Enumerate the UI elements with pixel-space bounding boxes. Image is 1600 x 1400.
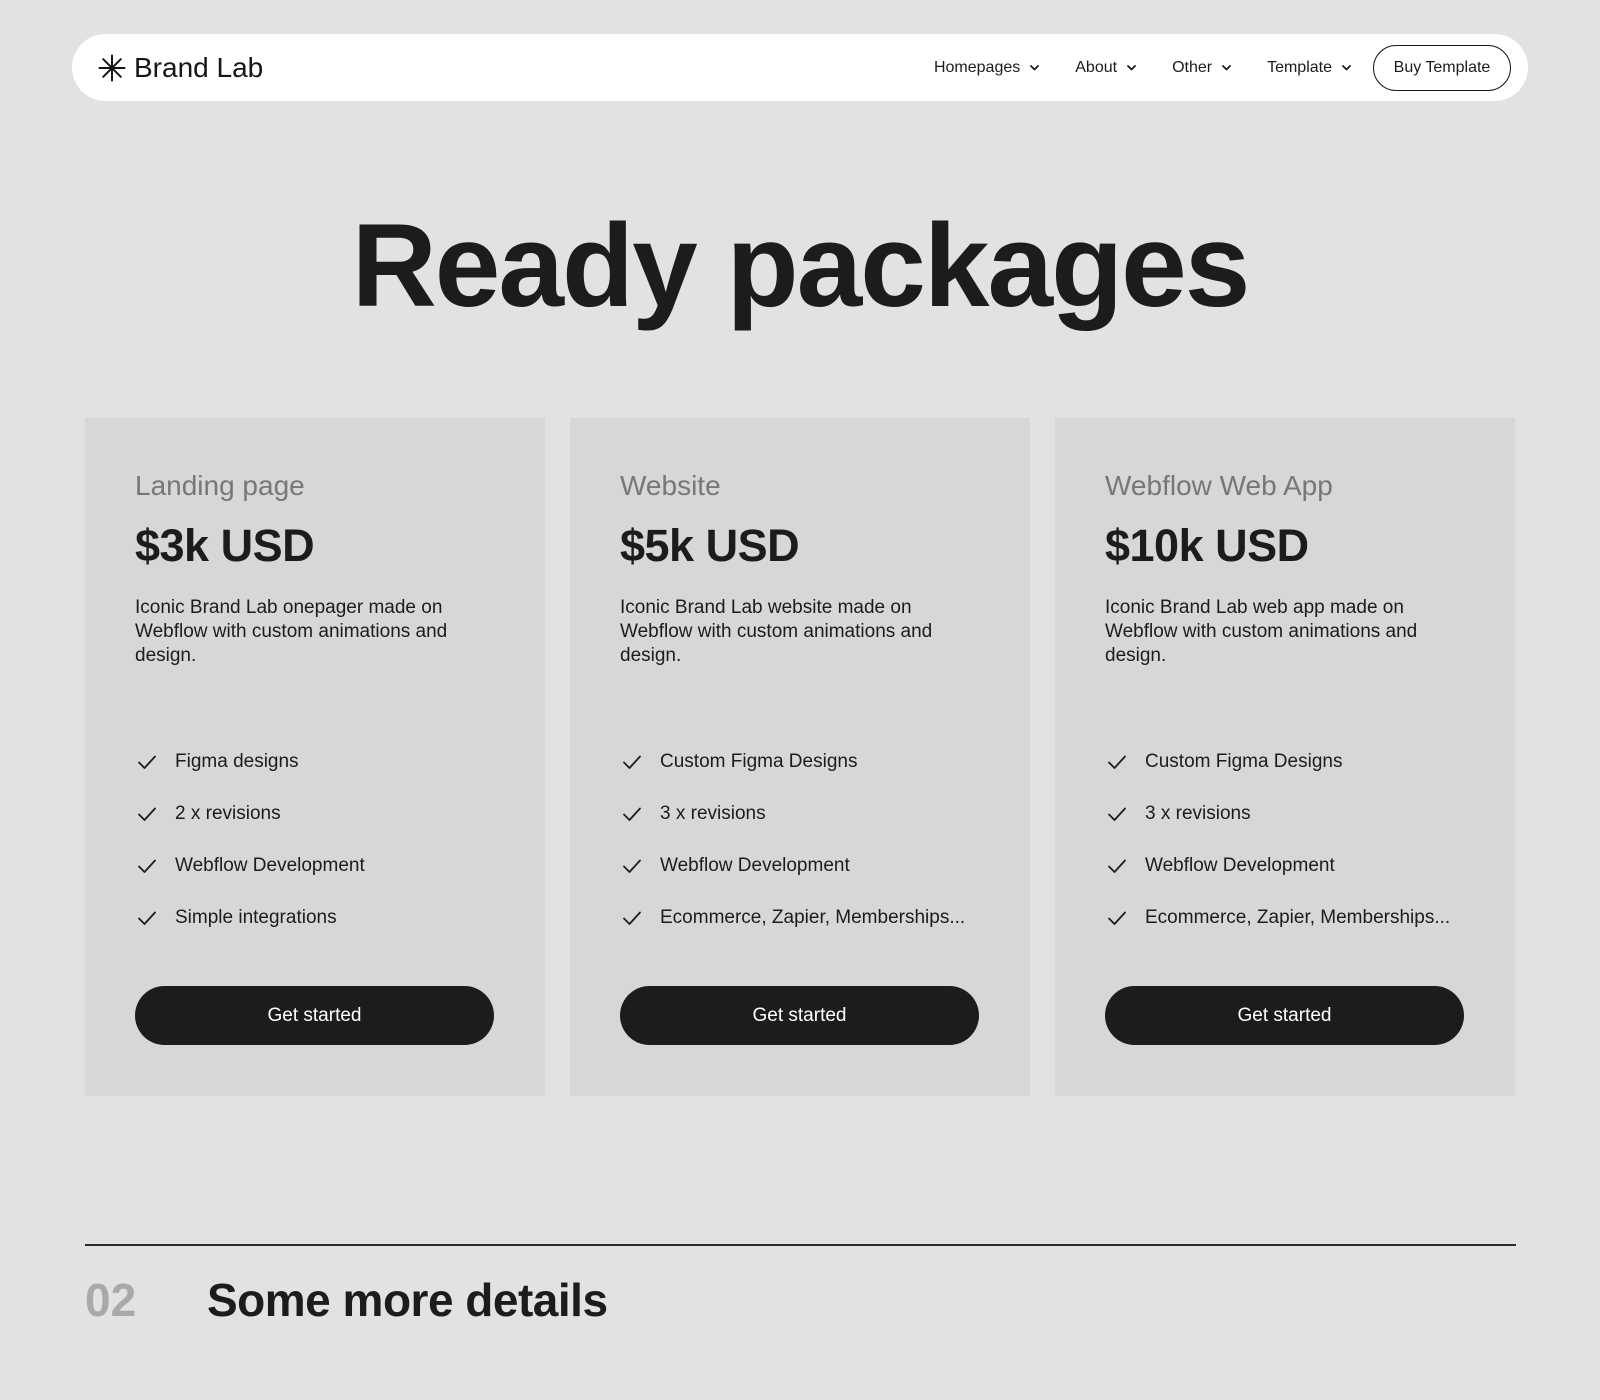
feature-label: Simple integrations	[175, 907, 337, 928]
nav-item-label: Homepages	[933, 58, 1021, 76]
feature-item: Webflow Development	[1105, 840, 1450, 892]
nav-item-label: About	[1075, 58, 1118, 76]
chevron-down-icon	[1030, 64, 1040, 70]
feature-label: 2 x revisions	[175, 803, 281, 824]
check-icon	[1108, 807, 1126, 821]
check-icon	[623, 755, 641, 769]
check-icon	[623, 807, 641, 821]
nav-item-other[interactable]: Other	[1172, 59, 1231, 77]
brand-name: Brand Lab	[134, 51, 264, 83]
chevron-down-icon	[1127, 64, 1136, 70]
package-name: Webflow Web App	[1105, 470, 1333, 501]
top-navbar: Brand Lab Homepages About Other Template…	[72, 34, 1528, 101]
section-divider	[85, 1244, 1516, 1246]
pricing-cards: Landing page $3k USD Iconic Brand Lab on…	[85, 418, 1516, 1096]
package-name: Website	[620, 470, 721, 501]
package-price: $5k USD	[620, 520, 800, 571]
nav-item-homepages[interactable]: Homepages	[933, 58, 1040, 77]
feature-label: Webflow Development	[660, 855, 850, 876]
nav-item-label: Other	[1172, 58, 1213, 76]
package-price: $10k USD	[1105, 520, 1309, 571]
feature-label: Figma designs	[175, 751, 299, 772]
package-description: Iconic Brand Lab website made on Webflow…	[620, 597, 933, 666]
feature-label: 3 x revisions	[660, 803, 766, 824]
pricing-card-website: Website $5k USD Iconic Brand Lab website…	[570, 418, 1030, 1096]
check-icon	[1108, 755, 1126, 769]
get-started-button[interactable]: Get started	[620, 986, 979, 1045]
check-icon	[138, 859, 156, 873]
feature-label: Webflow Development	[1145, 855, 1335, 876]
nav-item-about[interactable]: About	[1075, 59, 1136, 77]
feature-item: 3 x revisions	[620, 788, 965, 840]
feature-label: 3 x revisions	[1145, 803, 1251, 824]
feature-item: 2 x revisions	[135, 788, 365, 840]
brand-logo[interactable]: Brand Lab	[98, 34, 263, 101]
package-price: $3k USD	[135, 520, 315, 571]
nav-item-template[interactable]: Template	[1267, 59, 1351, 77]
feature-label: Webflow Development	[175, 855, 365, 876]
package-name: Landing page	[135, 470, 305, 501]
buy-template-button[interactable]: Buy Template	[1373, 44, 1511, 91]
feature-list: Figma designs 2 x revisions Webflow Deve…	[135, 736, 365, 944]
check-icon	[138, 911, 156, 925]
check-icon	[1108, 859, 1126, 873]
page-title: Ready packages	[351, 200, 1251, 332]
feature-item: Ecommerce, Zapier, Memberships...	[620, 892, 965, 944]
check-icon	[138, 755, 156, 769]
chevron-down-icon	[1222, 64, 1231, 70]
asterisk-icon	[98, 54, 126, 81]
feature-item: Simple integrations	[135, 892, 365, 944]
check-icon	[623, 911, 641, 925]
check-icon	[138, 807, 156, 821]
feature-item: Custom Figma Designs	[1105, 736, 1450, 788]
feature-label: Custom Figma Designs	[1145, 751, 1343, 772]
pricing-card-landing-page: Landing page $3k USD Iconic Brand Lab on…	[85, 418, 545, 1096]
get-started-button[interactable]: Get started	[1105, 986, 1464, 1045]
feature-list: Custom Figma Designs 3 x revisions Webfl…	[620, 736, 965, 944]
pricing-card-webflow-web-app: Webflow Web App $10k USD Iconic Brand La…	[1055, 418, 1515, 1096]
package-description: Iconic Brand Lab web app made on Webflow…	[1105, 597, 1418, 666]
feature-label: Ecommerce, Zapier, Memberships...	[660, 907, 966, 928]
feature-item: Ecommerce, Zapier, Memberships...	[1105, 892, 1450, 944]
section-title: Some more details	[207, 1274, 608, 1326]
feature-item: Figma designs	[135, 736, 365, 788]
feature-label: Ecommerce, Zapier, Memberships...	[1145, 907, 1451, 928]
check-icon	[1108, 911, 1126, 925]
nav-item-label: Template	[1267, 58, 1332, 76]
package-description: Iconic Brand Lab onepager made on Webflo…	[135, 597, 448, 666]
feature-item: Custom Figma Designs	[620, 736, 965, 788]
section-number: 02	[85, 1274, 137, 1326]
feature-item: Webflow Development	[620, 840, 965, 892]
feature-list: Custom Figma Designs 3 x revisions Webfl…	[1105, 736, 1450, 944]
feature-label: Custom Figma Designs	[660, 751, 858, 772]
get-started-button[interactable]: Get started	[135, 986, 494, 1045]
feature-item: 3 x revisions	[1105, 788, 1450, 840]
chevron-down-icon	[1342, 64, 1351, 70]
feature-item: Webflow Development	[135, 840, 365, 892]
check-icon	[623, 859, 641, 873]
nav-links: Homepages About Other Template Buy Templ…	[934, 34, 1511, 101]
